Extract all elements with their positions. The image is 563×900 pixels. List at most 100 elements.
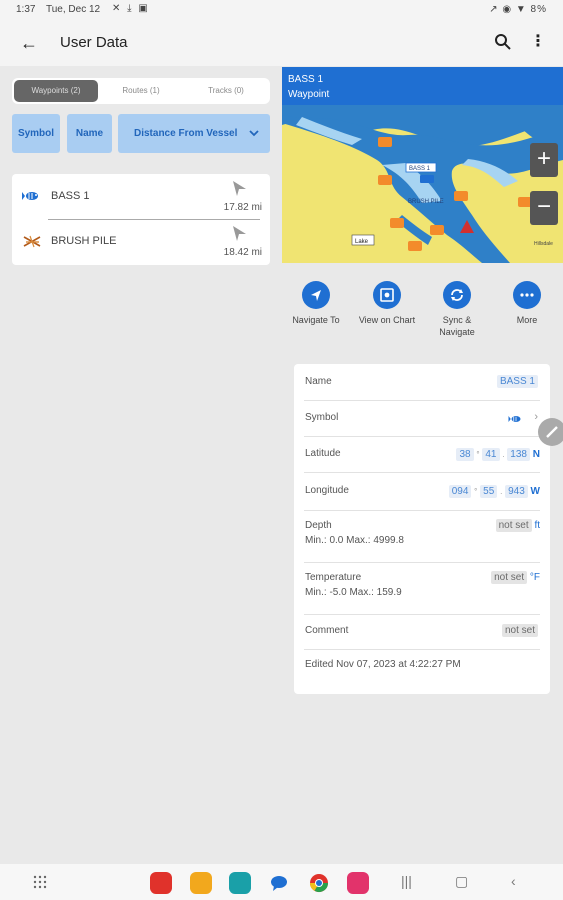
more-horiz-icon	[513, 281, 541, 309]
sort-distance-label: Distance From Vessel	[134, 128, 238, 139]
name-row[interactable]: Name BASS 1	[304, 364, 540, 401]
list-item[interactable]: BRUSH PILE 18.42 mi	[12, 219, 270, 264]
messages-app-icon[interactable]	[268, 872, 290, 894]
navigate-icon	[302, 281, 330, 309]
chart-map[interactable]: BASS 1 BRUSH PILE Lake Hillsdale	[282, 105, 563, 263]
sync-navigate-label: Sync & Navigate	[439, 315, 475, 337]
map-title: BASS 1	[288, 74, 324, 85]
waypoint-name: BRUSH PILE	[51, 235, 117, 247]
temperature-label: Temperature	[305, 572, 362, 583]
latitude-row: Latitude 38 ° 41 . 138 N	[304, 437, 540, 473]
notification-icons: ✕ ⤓ ▣	[112, 3, 150, 14]
more-button[interactable]: More	[497, 281, 557, 326]
latitude-seconds[interactable]: 138	[507, 448, 530, 461]
zoom-in-button[interactable]: +	[530, 143, 558, 177]
more-label: More	[516, 315, 538, 325]
map-label-hill: Hillsdale	[534, 241, 553, 247]
tab-tracks[interactable]: Tracks (0)	[184, 80, 268, 102]
navigate-to-button[interactable]: Navigate To	[286, 281, 346, 326]
longitude-degrees[interactable]: 094	[448, 485, 472, 498]
more-vert-icon[interactable]: ⋮	[530, 31, 546, 53]
latitude-degrees[interactable]: 38	[456, 448, 474, 461]
chevron-down-icon	[248, 114, 260, 169]
temperature-value-group: not set °F	[491, 571, 540, 584]
depth-value-group: not set ft	[495, 519, 540, 532]
edited-timestamp: Edited Nov 07, 2023 at 4:22:27 PM	[305, 659, 461, 670]
tab-routes[interactable]: Routes (1)	[99, 80, 183, 102]
longitude-hemisphere[interactable]: W	[531, 486, 540, 497]
search-icon[interactable]	[493, 32, 513, 52]
chrome-app-icon[interactable]	[308, 872, 330, 894]
latitude-minutes[interactable]: 41	[482, 448, 500, 461]
direction-arrow-icon	[233, 226, 246, 241]
map-label-brush: BRUSH PILE	[408, 199, 444, 205]
list-item[interactable]: BASS 1 17.82 mi	[12, 174, 270, 219]
back-nav-icon[interactable]: ‹	[511, 873, 516, 889]
name-value[interactable]: BASS 1	[496, 375, 538, 388]
system-nav-bar: ||| ▢ ‹	[0, 864, 563, 900]
latitude-label: Latitude	[305, 448, 341, 459]
status-date: Tue, Dec 12	[46, 4, 101, 15]
map-preview[interactable]: BASS 1 Waypoint BASS 1 BRUSH PILE Lake H…	[282, 67, 563, 263]
temperature-range: Min.: -5.0 Max.: 159.9	[305, 587, 402, 598]
symbol-label: Symbol	[305, 412, 339, 423]
app-bar: ← User Data ⋮	[0, 20, 563, 66]
home-icon[interactable]: ▢	[455, 873, 468, 890]
tab-waypoints[interactable]: Waypoints (2)	[14, 80, 98, 102]
status-battery: ↗ ◉ ▼ 8%	[489, 4, 547, 15]
sort-distance-button[interactable]: Distance From Vessel	[118, 114, 270, 153]
user-data-tabs: Waypoints (2) Routes (1) Tracks (0)	[12, 78, 270, 104]
edit-icon[interactable]	[538, 418, 563, 446]
notes-app-icon[interactable]	[150, 872, 172, 894]
depth-unit: ft	[534, 520, 540, 531]
recents-icon[interactable]: |||	[401, 873, 412, 889]
navigate-to-label: Navigate To	[292, 315, 340, 325]
longitude-seconds[interactable]: 943	[505, 485, 528, 498]
zoom-out-button[interactable]: −	[530, 191, 558, 225]
temperature-unit: °F	[529, 572, 540, 583]
page-title: User Data	[60, 34, 128, 51]
edited-row: Edited Nov 07, 2023 at 4:22:27 PM	[304, 650, 540, 680]
comment-value[interactable]: not set	[501, 624, 538, 637]
back-arrow-icon[interactable]: ←	[18, 32, 40, 54]
depth-row: Depth Min.: 0.0 Max.: 4999.8 not set ft	[304, 511, 540, 563]
waypoint-list: BASS 1 17.82 mi BRUSH PILE 18.42 mi	[12, 174, 270, 265]
symbol-row[interactable]: Symbol ›	[304, 401, 540, 437]
temperature-row: Temperature Min.: -5.0 Max.: 159.9 not s…	[304, 563, 540, 615]
temperature-value[interactable]: not set	[491, 571, 528, 584]
apps-grid-icon[interactable]	[33, 875, 47, 889]
depth-label: Depth	[305, 520, 332, 531]
map-label-small: Lake	[355, 239, 369, 245]
files-app-icon[interactable]	[190, 872, 212, 894]
latitude-values: 38 ° 41 . 138 N	[456, 448, 540, 461]
view-on-chart-button[interactable]: View on Chart	[357, 281, 417, 326]
waypoint-name: BASS 1	[51, 190, 90, 202]
map-subtitle: Waypoint	[288, 89, 330, 100]
fish-icon	[508, 416, 521, 422]
comment-row: Comment not set	[304, 615, 540, 650]
sort-name-button[interactable]: Name	[67, 114, 112, 153]
sort-symbol-button[interactable]: Symbol	[12, 114, 60, 153]
depth-range: Min.: 0.0 Max.: 4999.8	[305, 535, 404, 546]
status-bar: 1:37 Tue, Dec 12 ✕ ⤓ ▣ ↗ ◉ ▼ 8%	[0, 0, 563, 20]
map-header: BASS 1 Waypoint	[282, 67, 563, 105]
waypoint-distance: 17.82 mi	[223, 202, 262, 213]
status-time: 1:37	[16, 4, 36, 15]
camera-app-icon[interactable]	[347, 872, 369, 894]
brush-pile-icon	[23, 235, 41, 248]
longitude-minutes[interactable]: 55	[480, 485, 498, 498]
sync-icon	[443, 281, 471, 309]
latitude-hemisphere[interactable]: N	[533, 449, 540, 460]
comment-label: Comment	[305, 625, 349, 636]
waypoint-details-card: Name BASS 1 Symbol › Latitude 38 ° 41 . …	[294, 364, 550, 694]
chart-icon	[373, 281, 401, 309]
longitude-label: Longitude	[305, 485, 349, 496]
name-label: Name	[305, 376, 332, 387]
view-on-chart-label: View on Chart	[358, 315, 416, 325]
sync-navigate-button[interactable]: Sync & Navigate	[427, 281, 487, 338]
longitude-row: Longitude 094 ° 55 . 943 W	[304, 473, 540, 511]
depth-value[interactable]: not set	[495, 519, 532, 532]
direction-arrow-icon	[233, 181, 246, 196]
fish-icon	[22, 192, 38, 200]
calendar-app-icon[interactable]	[229, 872, 251, 894]
